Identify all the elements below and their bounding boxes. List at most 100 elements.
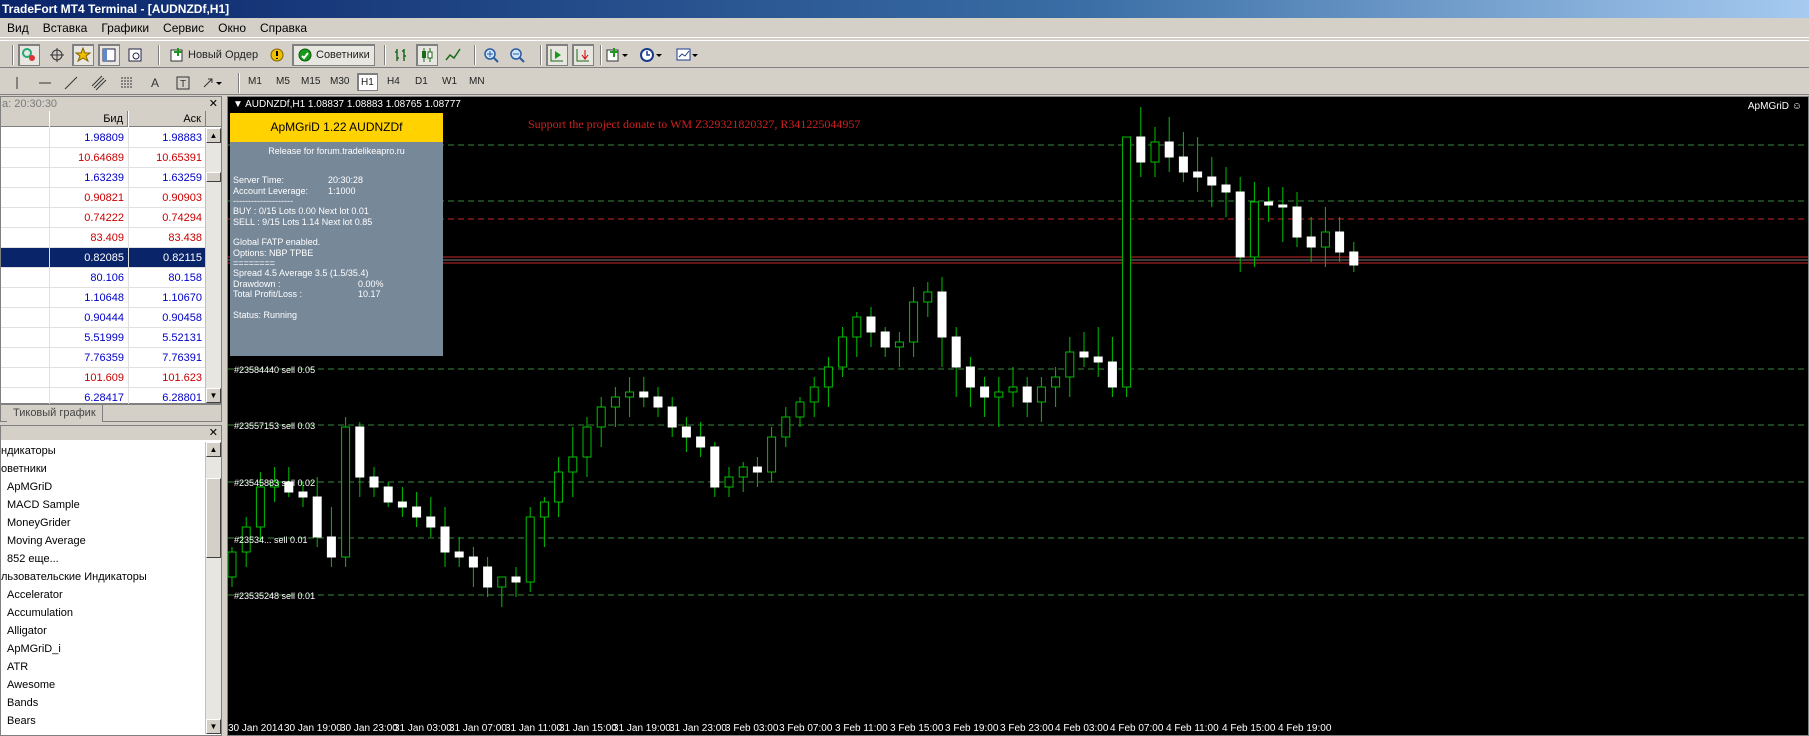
market-watch-row[interactable]: 5.51999 5.52131 [1, 328, 206, 348]
menu-tools[interactable]: Сервис [156, 18, 211, 38]
scroll-down-icon[interactable]: ▼ [206, 719, 221, 734]
ask-price: 10.65391 [128, 148, 206, 168]
trendline-icon[interactable] [60, 72, 82, 94]
market-watch-row[interactable]: 7.76359 7.76391 [1, 348, 206, 368]
autoscroll-icon[interactable] [546, 44, 568, 66]
market-watch-row[interactable]: 0.74222 0.74294 [1, 208, 206, 228]
bear-candle [653, 396, 663, 408]
market-watch-row[interactable]: 1.10648 1.10670 [1, 288, 206, 308]
navigator-item[interactable]: ApMGriD_i [1, 640, 206, 658]
menu-view[interactable]: Вид [0, 18, 36, 38]
scroll-thumb[interactable] [206, 478, 221, 558]
templates-menu-icon[interactable] [676, 44, 698, 66]
metaeditor-icon[interactable] [266, 44, 288, 66]
bar-chart-icon[interactable] [390, 44, 412, 66]
market-watch-row[interactable]: 0.90821 0.90903 [1, 188, 206, 208]
menu-insert[interactable]: Вставка [36, 18, 95, 38]
svg-text:T: T [180, 79, 186, 90]
experts-toggle-button[interactable]: Советники [292, 44, 375, 66]
tab-tick-chart[interactable]: Тиковый график [7, 405, 103, 422]
crosshair-icon[interactable] [46, 44, 68, 66]
navigator-item[interactable]: Accelerator [1, 586, 206, 604]
market-watch-row[interactable]: 10.64689 10.65391 [1, 148, 206, 168]
zoom-out-icon[interactable] [506, 44, 528, 66]
timeframe-h4[interactable]: H4 [384, 73, 403, 91]
bear-candle [1207, 176, 1217, 186]
navigator-item[interactable]: MoneyGrider [1, 514, 206, 532]
time-axis-label: 4 Feb 19:00 [1278, 723, 1332, 734]
market-watch-row[interactable]: 0.90444 0.90458 [1, 308, 206, 328]
navigator-item[interactable]: Bands [1, 694, 206, 712]
navigator-item[interactable]: MACD Sample [1, 496, 206, 514]
close-icon[interactable]: ✕ [209, 426, 218, 439]
tester-icon[interactable] [124, 44, 146, 66]
menu-help[interactable]: Справка [253, 18, 314, 38]
navigator-item[interactable]: Bears [1, 712, 206, 730]
fibonacci-icon[interactable] [116, 72, 138, 94]
navigator-item[interactable]: Awesome [1, 676, 206, 694]
close-icon[interactable]: ✕ [209, 97, 218, 111]
new-order-button[interactable]: Новый Ордер [164, 44, 263, 66]
periods-menu-icon[interactable] [640, 44, 662, 66]
menu-window[interactable]: Окно [211, 18, 253, 38]
text-label-icon[interactable]: T [172, 72, 194, 94]
navigator-item[interactable]: Accumulation [1, 604, 206, 622]
navigator-item[interactable]: Alligator [1, 622, 206, 640]
price-chart[interactable] [228, 97, 1809, 736]
chart-shift-icon[interactable] [572, 44, 594, 66]
navigator-item[interactable]: ATR [1, 658, 206, 676]
scroll-down-icon[interactable]: ▼ [206, 388, 221, 403]
timeframe-h1[interactable]: H1 [357, 73, 378, 91]
bear-candle [454, 551, 464, 558]
timeframe-w1[interactable]: W1 [439, 73, 460, 91]
timeframe-d1[interactable]: D1 [412, 73, 431, 91]
zoom-in-icon[interactable] [480, 44, 502, 66]
timeframe-m5[interactable]: M5 [273, 73, 293, 91]
candlestick-chart-icon[interactable] [416, 44, 438, 66]
market-watch-row[interactable]: 101.609 101.623 [1, 368, 206, 388]
navigator-item[interactable]: оветники [1, 460, 206, 478]
ask-price: 101.623 [128, 368, 206, 388]
market-watch-row[interactable]: 0.82085 0.82115 [1, 248, 206, 268]
arrows-menu-icon[interactable] [202, 72, 224, 94]
menu-charts[interactable]: Графики [94, 18, 156, 38]
chart-menu-arrow-icon[interactable]: ▼ [233, 99, 243, 110]
terminal-toggle-icon[interactable] [98, 44, 120, 66]
market-watch-row[interactable]: 80.106 80.158 [1, 268, 206, 288]
scroll-thumb[interactable] [206, 172, 221, 182]
chart-window[interactable]: ▼ AUDNZDf,H1 1.08837 1.08883 1.08765 1.0… [227, 96, 1809, 736]
market-watch-row[interactable]: 1.98809 1.98883 [1, 128, 206, 148]
column-header-ask[interactable]: Аск [128, 111, 206, 127]
timeframe-mn[interactable]: MN [466, 73, 488, 91]
scroll-up-icon[interactable]: ▲ [206, 442, 221, 457]
navigator-item[interactable]: 852 еще... [1, 550, 206, 568]
timeframe-m1[interactable]: M1 [245, 73, 265, 91]
bull-candle [1150, 141, 1160, 163]
market-watch-toggle-icon[interactable] [18, 44, 40, 66]
toolbar-separator [238, 73, 240, 93]
column-header-bid[interactable]: Бид [49, 111, 128, 127]
timeframe-m30[interactable]: M30 [327, 73, 352, 91]
navigator-item[interactable]: Moving Average [1, 532, 206, 550]
horizontal-line-icon[interactable] [34, 72, 56, 94]
navigator-item[interactable]: ApMGriD [1, 478, 206, 496]
channel-icon[interactable] [88, 72, 110, 94]
time-axis-label: 4 Feb 15:00 [1222, 723, 1276, 734]
timeframe-m15[interactable]: M15 [298, 73, 323, 91]
indicators-menu-icon[interactable] [606, 44, 628, 66]
bid-price: 83.409 [49, 228, 128, 248]
scroll-up-icon[interactable]: ▲ [206, 128, 221, 143]
line-chart-icon[interactable] [442, 44, 464, 66]
market-watch-row[interactable]: 1.63239 1.63259 [1, 168, 206, 188]
bear-candle [511, 576, 521, 583]
text-tool-icon[interactable]: A [144, 72, 166, 94]
bull-candle [894, 341, 904, 348]
vertical-line-icon[interactable] [6, 72, 28, 94]
navigator-item[interactable]: ндикаторы [1, 442, 206, 460]
market-watch-row[interactable]: 83.409 83.438 [1, 228, 206, 248]
menu-bar: Вид Вставка Графики Сервис Окно Справка [0, 18, 1809, 38]
navigator-toggle-icon[interactable] [72, 44, 94, 66]
navigator-item[interactable]: льзовательские Индикаторы [1, 568, 206, 586]
navigator-scrollbar[interactable]: ▲ ▼ [205, 442, 221, 734]
market-watch-scrollbar[interactable]: ▲ ▼ [205, 128, 221, 403]
